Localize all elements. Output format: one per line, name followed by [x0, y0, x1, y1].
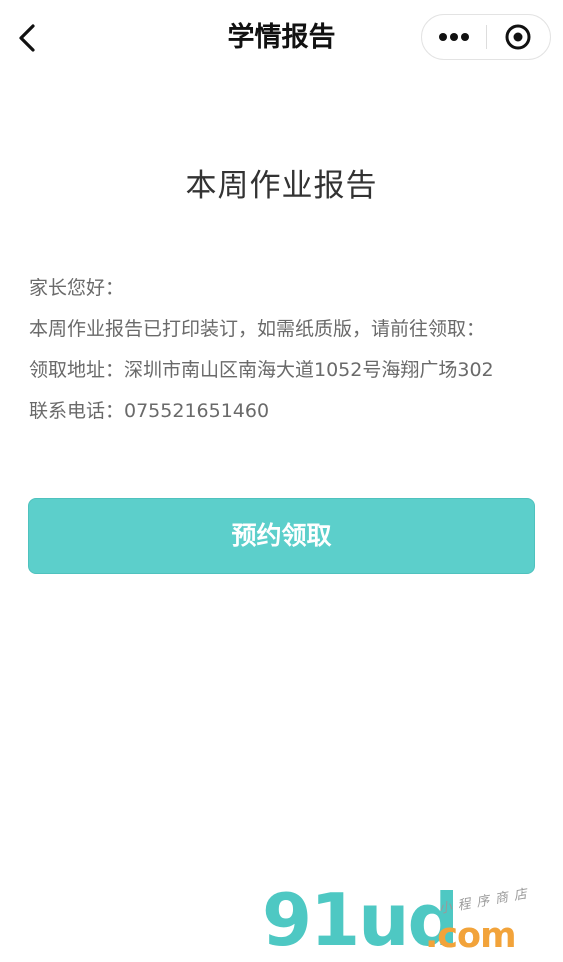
target-circle-icon: [505, 24, 531, 50]
reserve-pickup-button[interactable]: 预约领取: [28, 498, 535, 574]
greeting-line: 家长您好：: [29, 277, 125, 299]
more-button[interactable]: [422, 15, 486, 59]
navigation-bar: 学情报告: [0, 0, 563, 78]
phone-line: 联系电话：075521651460: [29, 400, 270, 422]
watermark-logo: 91ud .com 小程序商店: [262, 880, 562, 960]
notice-line: 本周作业报告已打印装订，如需纸质版，请前往领取：: [29, 318, 486, 340]
watermark-suffix-text: .com: [425, 916, 517, 956]
address-line: 领取地址：深圳市南山区南海大道1052号海翔广场302: [29, 359, 494, 381]
more-dots-icon: [438, 33, 469, 41]
report-title: 本周作业报告: [185, 168, 378, 204]
report-content: 家长您好： 本周作业报告已打印装订，如需纸质版，请前往领取： 领取地址：深圳市南…: [29, 268, 549, 432]
close-button[interactable]: [487, 15, 551, 59]
mini-program-capsule: [421, 14, 551, 60]
